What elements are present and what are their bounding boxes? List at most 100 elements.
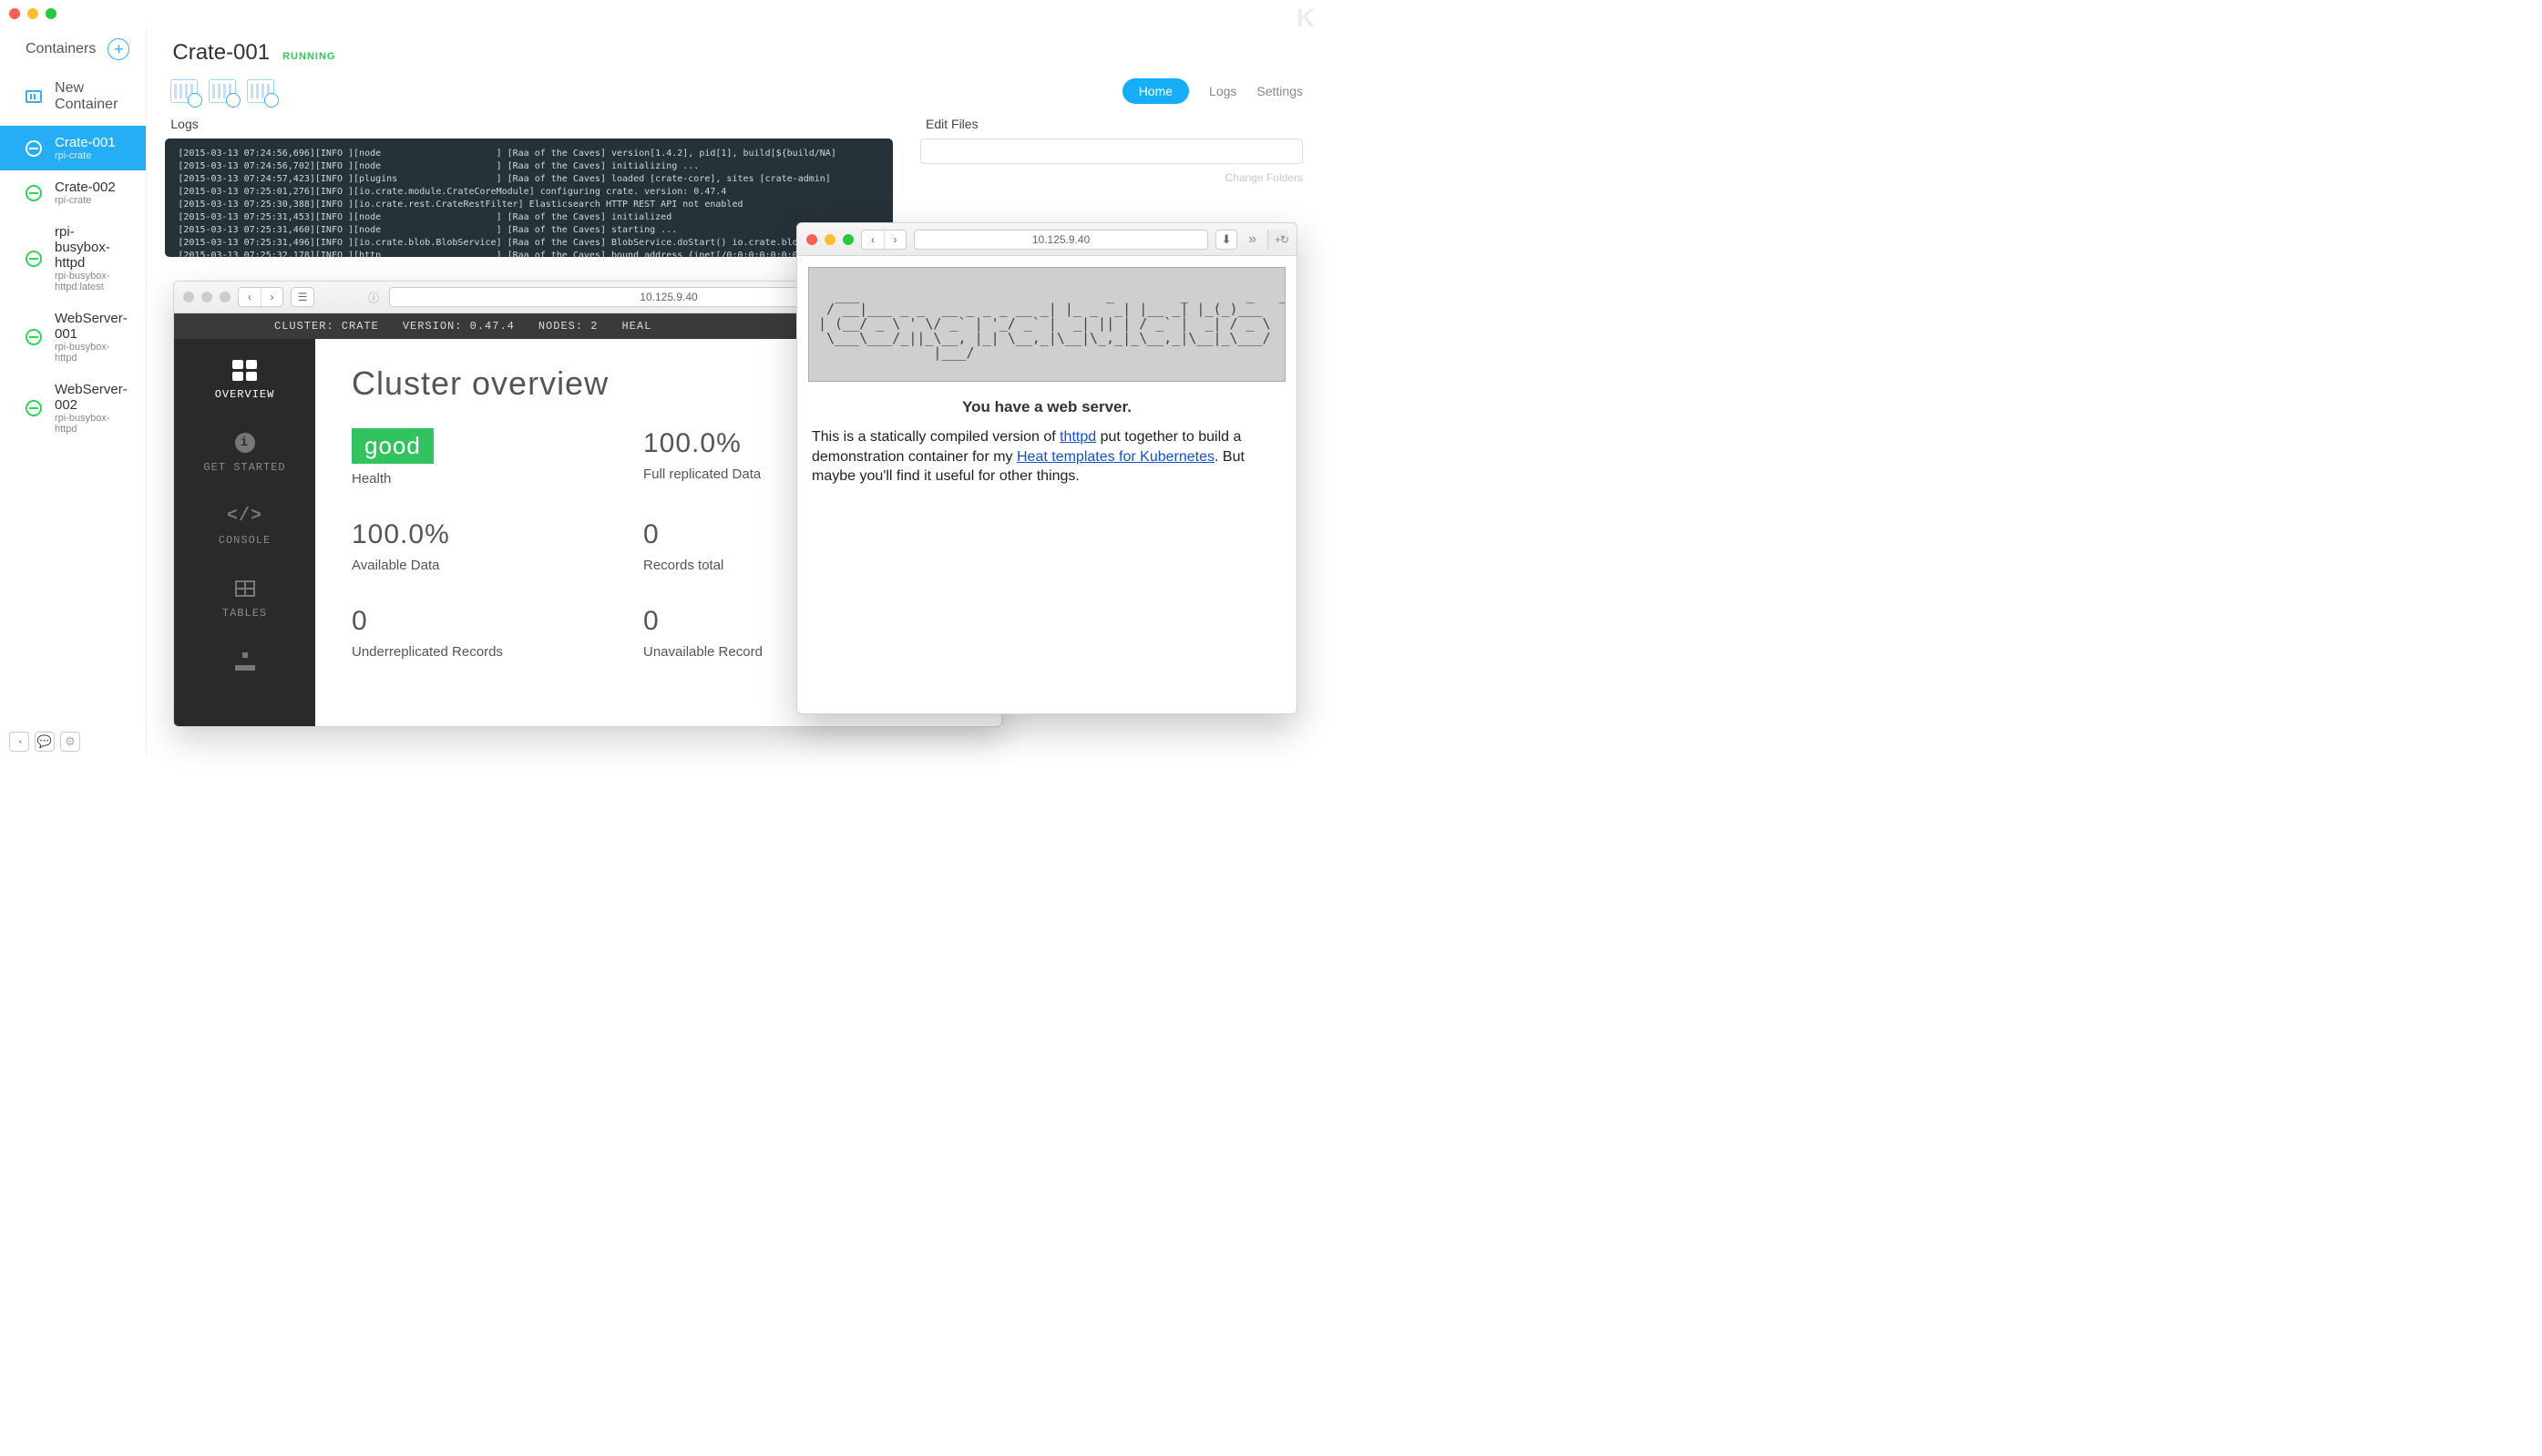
infobar-version: VERSION: 0.47.4 bbox=[403, 320, 515, 333]
preview-action-icon[interactable] bbox=[170, 79, 198, 103]
docker-cli-button[interactable]: ◔ bbox=[9, 732, 29, 752]
sidebar-header: Containers + bbox=[0, 27, 146, 67]
exec-action-icon[interactable] bbox=[247, 79, 274, 103]
zoom-icon[interactable] bbox=[220, 292, 231, 302]
add-container-button[interactable]: + bbox=[108, 38, 129, 60]
close-icon[interactable] bbox=[183, 292, 194, 302]
minimize-icon[interactable] bbox=[825, 234, 835, 245]
restart-action-icon[interactable] bbox=[209, 79, 236, 103]
infobar-nodes: NODES: 2 bbox=[538, 320, 599, 333]
thttpd-paragraph: This is a statically compiled version of… bbox=[808, 427, 1286, 487]
sidebar-item-webserver-001[interactable]: WebServer-001 rpi-busybox-httpd bbox=[0, 302, 146, 373]
forward-button[interactable]: › bbox=[261, 288, 282, 306]
address-bar[interactable]: 10.125.9.40 ↻ bbox=[914, 230, 1208, 250]
download-button[interactable]: ⬇ bbox=[1215, 230, 1237, 250]
logs-column: Logs [2015-03-13 07:24:56,696][INFO ][no… bbox=[165, 117, 893, 257]
new-container-button[interactable]: New Container bbox=[0, 67, 146, 126]
close-icon[interactable] bbox=[806, 234, 817, 245]
infobar-health: HEAL bbox=[621, 320, 651, 333]
overflow-icon[interactable]: » bbox=[1245, 231, 1260, 248]
nav-overview[interactable]: OVERVIEW bbox=[215, 359, 275, 401]
status-running-icon bbox=[26, 185, 42, 201]
logs-output[interactable]: [2015-03-13 07:24:56,696][INFO ][node ] … bbox=[165, 138, 893, 257]
sidebar-title: Containers bbox=[26, 41, 96, 57]
zoom-icon[interactable] bbox=[46, 8, 56, 19]
status-badge: RUNNING bbox=[282, 51, 335, 62]
thttpd-body: ___ _ _ _ _ / __|___ _ _ __ _ _ _ __ _| … bbox=[797, 256, 1297, 497]
container-image: rpi-crate bbox=[55, 150, 116, 161]
sidebar-footer: ◔ 💬 ⚙ bbox=[9, 732, 80, 752]
minimize-icon[interactable] bbox=[27, 8, 38, 19]
action-icons bbox=[170, 79, 274, 103]
container-name: Crate-002 bbox=[55, 179, 116, 195]
crate-sidebar: OVERVIEW i GET STARTED </> CONSOLE TABLE… bbox=[174, 339, 315, 727]
zoom-icon[interactable] bbox=[843, 234, 854, 245]
nav-cluster[interactable] bbox=[232, 651, 258, 680]
nav-console[interactable]: </> CONSOLE bbox=[219, 505, 271, 547]
cluster-icon bbox=[232, 651, 258, 672]
change-folders-link[interactable]: Change Folders bbox=[920, 171, 1303, 184]
watermark: K bbox=[1297, 4, 1314, 33]
metric-available: 100.0% Available Data bbox=[352, 519, 643, 573]
table-icon bbox=[232, 578, 258, 600]
congrats-ascii: ___ _ _ _ _ / __|___ _ _ __ _ _ _ __ _| … bbox=[808, 267, 1286, 382]
grid-icon bbox=[231, 359, 257, 381]
safari-window-thttpd: ‹ › 10.125.9.40 ↻ ⬇ » + ___ _ _ _ _ / __… bbox=[796, 222, 1297, 714]
traffic-lights bbox=[183, 292, 231, 302]
logs-label: Logs bbox=[165, 117, 893, 131]
tab-home[interactable]: Home bbox=[1122, 78, 1189, 104]
sidebar-toggle[interactable]: ☰ bbox=[291, 287, 314, 307]
sidebar-item-webserver-002[interactable]: WebServer-002 rpi-busybox-httpd bbox=[0, 373, 146, 444]
status-running-icon bbox=[26, 329, 42, 345]
new-container-label: New Container bbox=[55, 80, 129, 113]
metric-underreplicated: 0 Underreplicated Records bbox=[352, 606, 643, 660]
sidebar-item-crate-002[interactable]: Crate-002 rpi-crate bbox=[0, 170, 146, 215]
thttpd-heading: You have a web server. bbox=[808, 398, 1286, 416]
nav-back-forward: ‹ › bbox=[861, 230, 907, 250]
nav-get-started[interactable]: i GET STARTED bbox=[203, 432, 285, 474]
sidebar: Containers + New Container Crate-001 rpi… bbox=[0, 27, 147, 757]
back-button[interactable]: ‹ bbox=[862, 231, 884, 249]
metric-health: good Health bbox=[352, 428, 643, 487]
container-name: WebServer-002 bbox=[55, 382, 129, 413]
minimize-icon[interactable] bbox=[201, 292, 212, 302]
heat-templates-link[interactable]: Heat templates for Kubernetes bbox=[1017, 449, 1215, 465]
status-running-icon bbox=[26, 140, 42, 157]
container-title: Crate-001 bbox=[172, 40, 270, 66]
container-image: rpi-busybox-httpd:latest bbox=[55, 271, 129, 292]
forward-button[interactable]: › bbox=[884, 231, 906, 249]
thttpd-link[interactable]: thttpd bbox=[1060, 429, 1096, 445]
main-tabs: Home Logs Settings bbox=[1122, 78, 1303, 104]
reload-icon[interactable]: ↻ bbox=[1280, 233, 1289, 246]
settings-button[interactable]: ⚙ bbox=[60, 732, 80, 752]
code-icon: </> bbox=[231, 505, 257, 527]
info-icon: i bbox=[232, 432, 258, 454]
close-icon[interactable] bbox=[9, 8, 20, 19]
infobar-cluster: CLUSTER: CRATE bbox=[274, 320, 379, 333]
sidebar-item-crate-001[interactable]: Crate-001 rpi-crate bbox=[0, 126, 146, 170]
main-header: Crate-001 RUNNING bbox=[165, 36, 1303, 71]
container-name: Crate-001 bbox=[55, 135, 116, 150]
container-box-icon bbox=[26, 90, 42, 103]
container-name: rpi-busybox-httpd bbox=[55, 224, 129, 271]
safari-toolbar: ‹ › 10.125.9.40 ↻ ⬇ » + bbox=[797, 223, 1297, 256]
address-text: 10.125.9.40 bbox=[1032, 233, 1090, 246]
container-image: rpi-crate bbox=[55, 195, 116, 206]
nav-tables[interactable]: TABLES bbox=[222, 578, 267, 620]
status-running-icon bbox=[26, 251, 42, 267]
tab-logs[interactable]: Logs bbox=[1209, 84, 1236, 98]
back-button[interactable]: ‹ bbox=[239, 288, 261, 306]
action-row: Home Logs Settings bbox=[165, 71, 1303, 117]
feedback-button[interactable]: 💬 bbox=[35, 732, 55, 752]
reader-icon[interactable]: ⓘ bbox=[365, 290, 382, 305]
traffic-lights bbox=[9, 8, 56, 19]
window-titlebar bbox=[0, 0, 1321, 27]
container-image: rpi-busybox-httpd bbox=[55, 342, 129, 364]
nav-back-forward: ‹ › bbox=[238, 287, 283, 307]
tab-settings[interactable]: Settings bbox=[1256, 84, 1303, 98]
container-name: WebServer-001 bbox=[55, 311, 129, 342]
sidebar-item-busybox[interactable]: rpi-busybox-httpd rpi-busybox-httpd:late… bbox=[0, 215, 146, 302]
status-running-icon bbox=[26, 400, 42, 416]
container-image: rpi-busybox-httpd bbox=[55, 413, 129, 435]
edit-files-input[interactable] bbox=[920, 138, 1303, 164]
